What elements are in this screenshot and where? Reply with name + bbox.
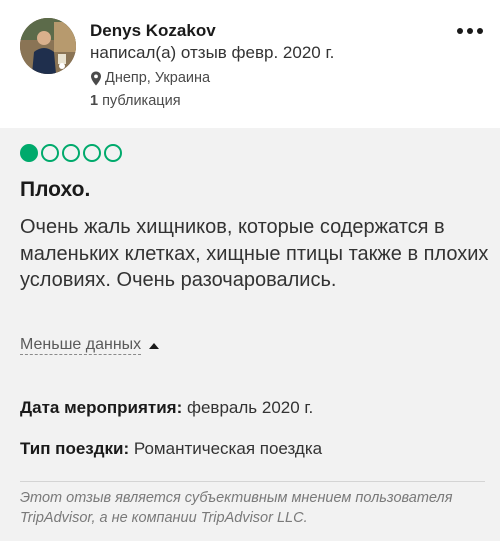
- review-header: Denys Kozakov написал(а) отзыв февр. 202…: [0, 0, 500, 128]
- rating-bubble-empty: [83, 144, 101, 162]
- caret-up-icon: [149, 342, 160, 349]
- review-meta: написал(а) отзыв февр. 2020 г.: [90, 43, 335, 62]
- review-disclaimer: Этот отзыв является субъективным мнением…: [20, 490, 453, 526]
- author-location: Днепр, Украина: [90, 70, 210, 86]
- contributions-count: 1: [90, 93, 99, 109]
- review-text: Очень жаль хищников, которые содержатся …: [20, 216, 489, 291]
- date-value: февраль 2020 г.: [186, 398, 314, 417]
- avatar[interactable]: [20, 18, 76, 74]
- author-name[interactable]: Denys Kozakov: [90, 21, 216, 41]
- rating-bubbles: [20, 144, 125, 162]
- trip-type: Тип поездки: Романтическая поездка: [20, 439, 322, 459]
- more-horizontal-icon-dot: [477, 28, 483, 34]
- rating-bubble-empty: [41, 144, 59, 162]
- rating-bubble-empty: [104, 144, 122, 162]
- more-horizontal-icon: [457, 28, 463, 34]
- contributions-label: публикация: [102, 93, 181, 109]
- less-details-label: Меньше данных: [20, 336, 142, 355]
- rating-bubble-filled: [20, 144, 38, 162]
- date-label: Дата мероприятия:: [20, 398, 183, 417]
- map-pin-icon: [91, 71, 101, 85]
- rating-bubble-empty: [62, 144, 80, 162]
- trip-value: Романтическая поездка: [133, 439, 323, 458]
- less-details-link[interactable]: Меньше данных: [20, 336, 160, 355]
- trip-label: Тип поездки:: [20, 439, 130, 458]
- more-options-button[interactable]: [455, 24, 485, 38]
- review-card: Плохо. Очень жаль хищников, которые соде…: [0, 128, 500, 541]
- date-of-experience: Дата мероприятия: февраль 2020 г.: [20, 398, 313, 418]
- location-label: Днепр, Украина: [105, 70, 211, 86]
- review-title: Плохо.: [20, 178, 91, 201]
- more-horizontal-icon-dot: [467, 28, 473, 34]
- divider: [20, 481, 485, 482]
- contributions: 1 публикация: [90, 93, 181, 109]
